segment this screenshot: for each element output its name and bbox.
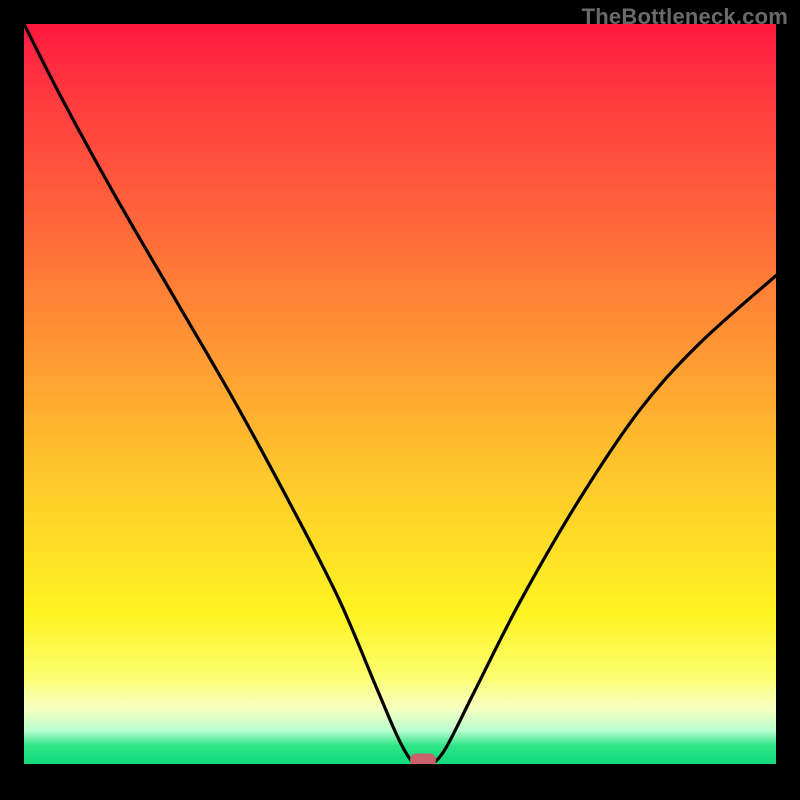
minimum-marker (410, 754, 436, 765)
plot-area (24, 24, 776, 764)
curve-svg (24, 24, 776, 764)
bottleneck-curve (24, 24, 776, 764)
watermark-text: TheBottleneck.com (582, 4, 788, 30)
chart-frame: TheBottleneck.com (0, 0, 800, 800)
